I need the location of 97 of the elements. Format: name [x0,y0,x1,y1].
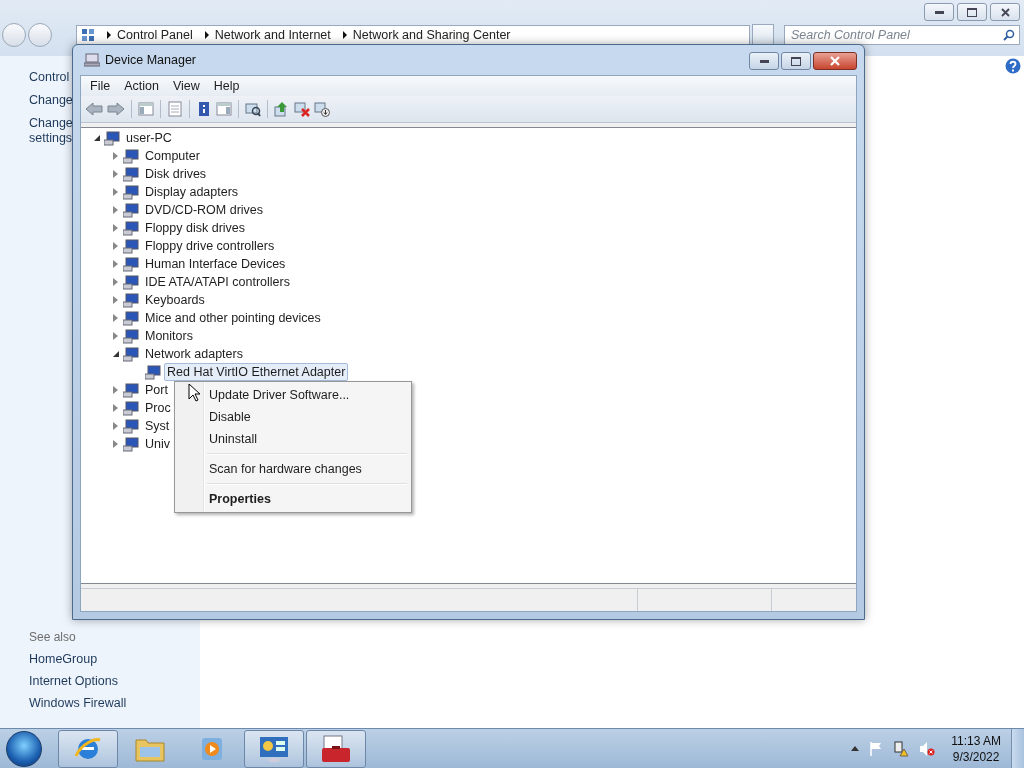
minimize-button[interactable] [749,52,779,70]
restore-button[interactable] [781,52,811,70]
context-menu-item[interactable]: Scan for hardware changes [177,458,409,480]
device-icon [145,364,161,380]
device-icon [123,400,139,416]
device-icon [123,436,139,452]
breadcrumb-arrow-icon[interactable] [342,31,347,39]
search-field[interactable]: Search Control Panel [784,25,1020,45]
device-icon [123,274,139,290]
tree-item[interactable]: Syst [142,417,173,435]
device-icon [123,310,139,326]
minimize-button[interactable] [924,3,954,21]
device-icon [123,166,139,182]
window-title: Device Manager [105,53,196,67]
uninstall-icon[interactable] [294,101,310,117]
device-icon [123,292,139,308]
back-button[interactable] [2,23,26,47]
device-icon [123,184,139,200]
console-tree-icon[interactable] [138,101,154,117]
breadcrumb-arrow-icon[interactable] [204,31,209,39]
sidebar-link[interactable]: Change [29,93,75,108]
tree-item[interactable]: Disk drives [142,165,210,183]
taskbar-button[interactable] [306,729,366,768]
device-icon [123,202,139,218]
device-icon [123,328,139,344]
device-icon [123,382,139,398]
help-book-icon[interactable] [196,101,212,117]
device-icon [123,220,139,236]
scan-hardware-icon[interactable] [245,101,261,117]
tree-item[interactable]: Floppy drive controllers [142,237,278,255]
show-hidden-icons-button[interactable] [851,746,860,751]
taskbar-button[interactable] [58,729,118,768]
tree-item[interactable]: Univ [142,435,173,453]
breadcrumb[interactable]: Network and Internet [214,28,331,42]
tree-item[interactable]: DVD/CD-ROM drives [142,201,267,219]
clock-time: 11:13 AM [951,732,1001,749]
tree-item[interactable]: Computer [142,147,203,165]
device-icon [123,238,139,254]
see-also-link[interactable]: Windows Firewall [29,696,200,710]
menu-item[interactable]: View [165,79,207,93]
help-icon[interactable] [1005,58,1021,74]
context-menu-item[interactable]: Properties [177,488,409,510]
tree-item[interactable]: Mice and other pointing devices [142,309,324,327]
clock[interactable]: 11:13 AM 9/3/2022 [951,732,1001,765]
control-panel-icon [258,734,290,763]
see-also-heading: See also [29,630,77,644]
menu-item[interactable]: Help [206,79,247,93]
breadcrumb-arrow-icon[interactable] [107,31,111,39]
device-icon [123,256,139,272]
sidebar-link[interactable]: Change settings [29,116,75,146]
properties-icon[interactable] [167,101,183,117]
tree-item[interactable]: Proc [142,399,174,417]
see-also-link[interactable]: Internet Options [29,674,200,688]
see-also-link[interactable]: HomeGroup [29,652,200,666]
forward-arrow-icon[interactable] [107,101,125,117]
context-menu-item[interactable]: Disable [177,406,409,428]
tree-item[interactable]: Floppy disk drives [142,219,249,237]
tree-item[interactable]: Network adapters [142,345,246,363]
close-button[interactable] [990,3,1020,21]
tree-item[interactable]: user-PC [123,129,175,147]
back-arrow-icon[interactable] [85,101,103,117]
tree-item[interactable]: Red Hat VirtIO Ethernet Adapter [164,363,349,381]
breadcrumb[interactable]: Control Panel [117,28,193,42]
network-warning-icon[interactable] [893,740,910,757]
taskbar-button[interactable] [244,729,304,768]
clock-date: 9/3/2022 [952,748,1000,765]
tree-item[interactable]: Display adapters [142,183,242,201]
breadcrumb[interactable]: Network and Sharing Center [352,28,511,42]
tree-item[interactable]: Human Interface Devices [142,255,289,273]
disable-device-icon[interactable] [314,101,330,117]
forward-button[interactable] [28,23,52,47]
tree-item[interactable]: Port [142,381,171,399]
close-icon [830,56,840,66]
device-icon [104,130,120,146]
tree-item[interactable]: Monitors [142,327,196,345]
close-button[interactable] [813,52,857,70]
device-icon [123,346,139,362]
context-menu-item[interactable]: Uninstall [177,428,409,450]
device-icon [123,148,139,164]
address-bar[interactable]: Control Panel Network and Internet Network and Sharing Center [76,25,750,45]
search-icon [1003,29,1015,41]
control-panel-icon [81,28,95,42]
device-icon [123,418,139,434]
toolbox-icon [320,733,352,764]
show-desktop-button[interactable] [1011,729,1024,768]
computer-icon [84,53,100,67]
restore-button[interactable] [957,3,987,21]
sidebar-link[interactable]: Control [29,70,75,85]
menu-item[interactable]: Action [117,79,166,93]
update-driver-icon[interactable] [274,101,290,117]
tree-item[interactable]: IDE ATA/ATAPI controllers [142,273,293,291]
close-icon [1000,7,1010,17]
context-menu-item[interactable]: Update Driver Software... [177,384,409,406]
menu-item[interactable]: File [83,79,118,93]
flag-icon[interactable] [869,740,884,757]
tree-item[interactable]: Keyboards [142,291,208,309]
speaker-muted-icon[interactable] [919,740,936,757]
